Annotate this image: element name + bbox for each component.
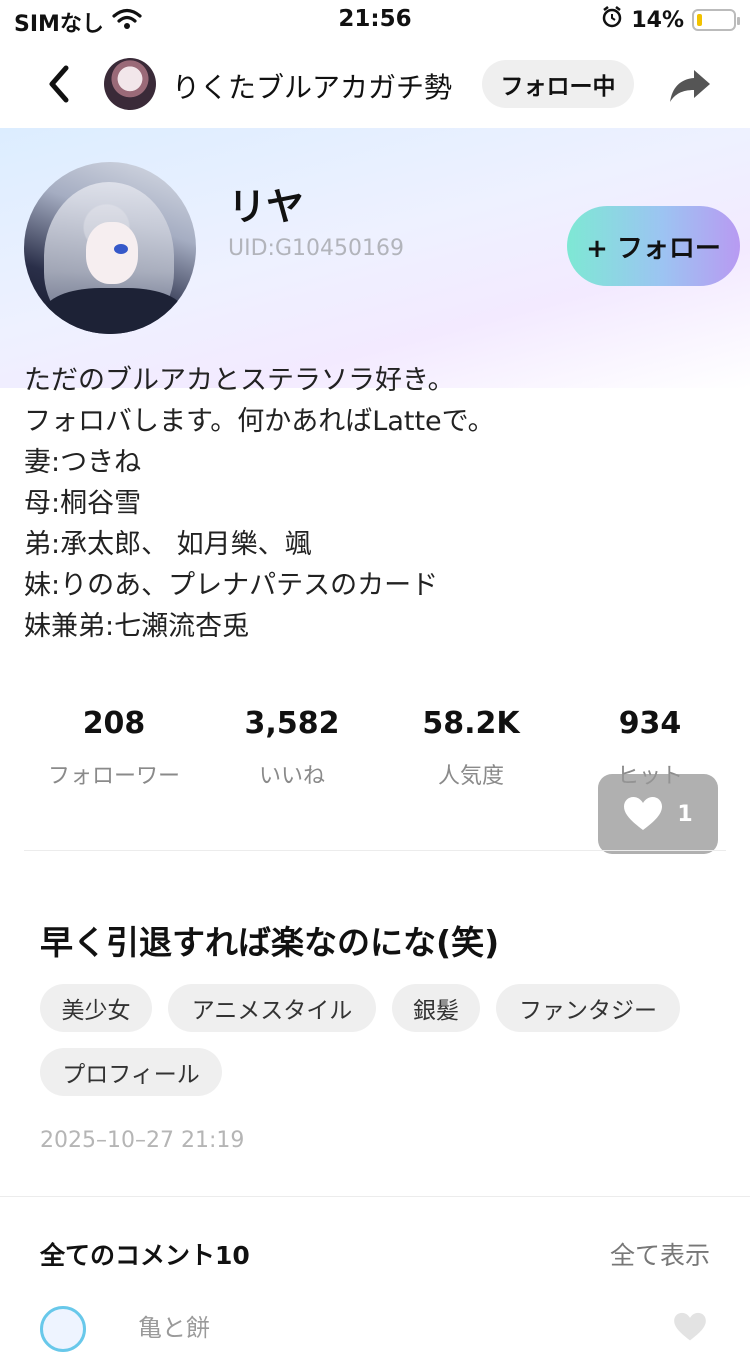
profile-bio: ただのブルアカとステラソラ好き。 フォロバします。何かあればLatteで。 妻:… [24,360,724,647]
heart-icon [624,797,663,830]
status-bar: SIMなし 21:56 14% [0,0,750,42]
post-author-name[interactable]: りくたブルアカガチ勢 [172,66,452,106]
heart-icon [674,1312,706,1341]
comments-title: 全てのコメント10 [40,1241,250,1270]
stat-likes[interactable]: 3,582 いいね [202,706,382,790]
profile-uid: UID:G10450169 [228,236,404,261]
tag-chip[interactable]: 銀髪 [392,984,480,1032]
profile-name: リヤ [228,185,305,229]
stat-followers[interactable]: 208 フォローワー [24,706,204,790]
tag-chip[interactable]: 美少女 [40,984,152,1032]
post-title: 早く引退すれば楽なのにな(笑) [40,923,500,962]
share-icon [670,70,710,102]
following-button[interactable]: フォロー中 [482,60,634,108]
tag-chip[interactable]: プロフィール [40,1048,222,1096]
stat-value: 208 [82,706,146,741]
chevron-left-icon [49,65,69,103]
stat-label: フォローワー [47,764,180,789]
battery-icon [692,9,740,31]
back-button[interactable] [40,62,80,106]
like-count: 1 [677,801,693,827]
stat-value: 3,582 [244,706,340,741]
bio-line: ただのブルアカとステラソラ好き。 [24,365,455,396]
share-button[interactable] [668,66,712,106]
follow-button[interactable]: + フォロー [567,206,740,286]
bio-line: 妹:りのあ、プレナパテスのカード [24,570,439,601]
divider [0,1196,750,1197]
bio-line: フォロバします。何かあればLatteで。 [24,406,495,437]
like-button[interactable]: 1 [598,774,718,854]
bio-line: 妹兼弟:七瀬流杏兎 [24,611,250,642]
stat-value: 934 [618,706,682,741]
status-right: 14% [601,6,740,34]
bio-line: 母:桐谷雪 [24,488,142,519]
stat-popularity[interactable]: 58.2K 人気度 [381,706,561,790]
bio-line: 妻:つきね [24,447,142,478]
stat-value: 58.2K [422,706,520,741]
alarm-icon [601,6,623,34]
tag-chip[interactable]: ファンタジー [496,984,680,1032]
stat-label: いいね [258,764,325,789]
commenter-name[interactable]: 亀と餅 [138,1308,210,1343]
comment-like-button[interactable] [672,1312,708,1342]
commenter-avatar[interactable] [40,1306,86,1352]
post-author-avatar[interactable] [104,58,156,110]
battery-percent: 14% [631,7,684,33]
post-date: 2025–10–27 21:19 [40,1128,245,1153]
profile-avatar[interactable] [24,162,196,334]
stat-label: 人気度 [437,764,504,789]
tag-chip[interactable]: アニメスタイル [168,984,376,1032]
divider [24,850,726,851]
top-nav: りくたブルアカガチ勢 フォロー中 [0,48,750,124]
see-all-comments-link[interactable]: 全て表示 [610,1236,710,1272]
bio-line: 弟:承太郎、 如月樂、颯 [24,529,312,560]
